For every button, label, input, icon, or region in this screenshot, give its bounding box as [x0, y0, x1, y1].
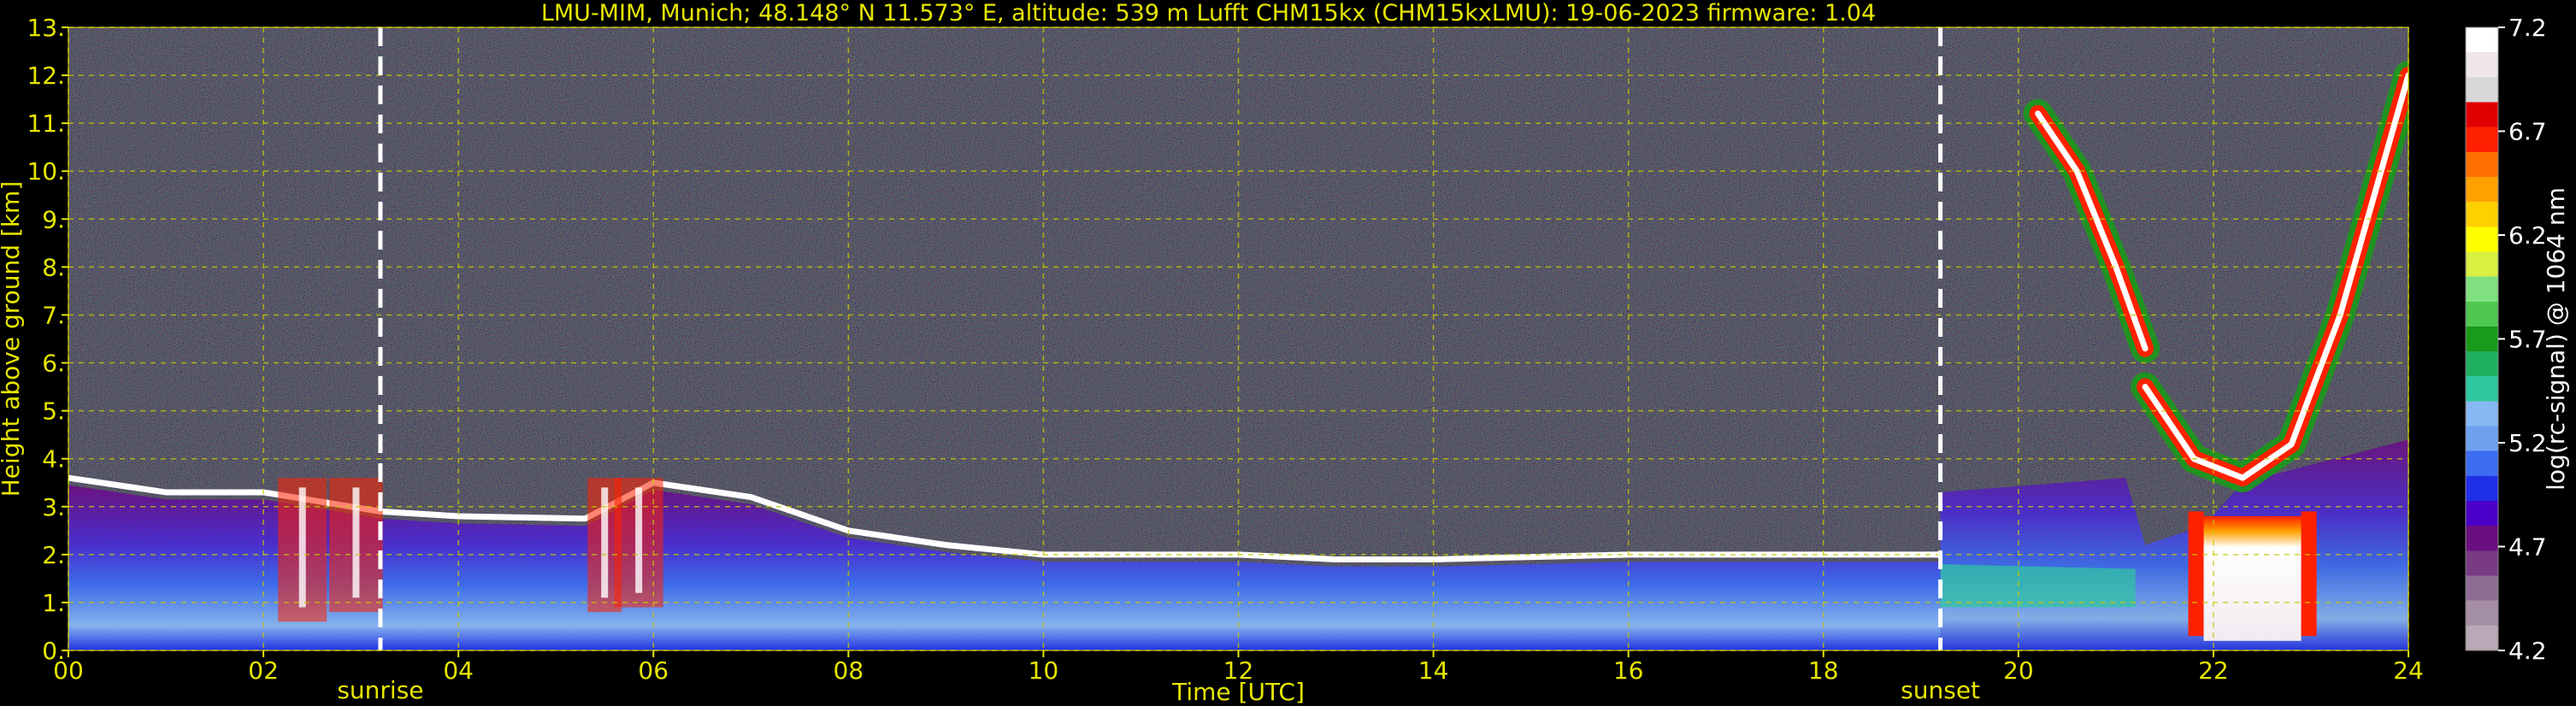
x-tick-label: 24	[2393, 656, 2424, 685]
x-tick-label: 08	[834, 656, 864, 685]
y-tick-label: 0.	[42, 637, 65, 665]
y-tick-label: 3.	[42, 493, 65, 521]
y-tick-label: 1.	[42, 589, 65, 617]
colorbar-scale	[2465, 26, 2499, 651]
x-tick-label: 18	[1808, 656, 1839, 685]
sunrise-label: sunrise	[337, 676, 423, 704]
x-tick-label: 16	[1613, 656, 1644, 685]
y-tick-label: 12.	[27, 62, 65, 90]
chart-title: LMU-MIM, Munich; 48.148° N 11.573° E, al…	[541, 0, 1876, 26]
x-tick-label: 10	[1029, 656, 1059, 685]
colorbar-tick-label: 5.2	[2508, 429, 2547, 457]
colorbar-tick-label: 6.7	[2508, 118, 2547, 146]
colorbar-ticks: 4.2 4.7 5.2 5.7 6.2 6.7 7.2	[2498, 14, 2547, 665]
residual-layer-band	[1940, 564, 2136, 608]
colorbar-label: log(rc-signal) @ 1064 nm	[2542, 187, 2570, 491]
y-tick-label: 8.	[42, 253, 65, 281]
ceilometer-chart: sunrise sunset 00 02 04 06 08 10 12 14 16 18 20 22 24…	[0, 0, 2570, 706]
colorbar-tick-label: 6.2	[2508, 221, 2547, 250]
x-tick-label: 04	[443, 656, 474, 685]
sunset-label: sunset	[1901, 676, 1980, 704]
x-tick-label: 02	[248, 656, 279, 685]
colorbar-tick-label: 4.2	[2508, 637, 2547, 665]
x-axis-label: Time [UTC]	[1171, 678, 1305, 706]
dense-cloud-base	[2203, 515, 2302, 641]
convective-plume-core	[601, 487, 609, 598]
colorbar-tick-label: 5.7	[2508, 326, 2547, 354]
colorbar-tick-label: 7.2	[2508, 14, 2547, 42]
y-tick-label: 9.	[42, 205, 65, 233]
y-tick-label: 4.	[42, 445, 65, 474]
y-axis-ticks: 0. 1. 2. 3. 4. 5. 6. 7. 8. 9. 10. 11. 12. 13.	[27, 14, 68, 665]
y-axis-label: Height above ground [km]	[0, 181, 25, 497]
colorbar-tick-label: 4.7	[2508, 533, 2547, 562]
dense-cloud-edge-left	[2188, 511, 2204, 637]
y-tick-label: 10.	[27, 157, 65, 185]
convective-plume-core	[635, 487, 643, 593]
x-tick-label: 22	[2198, 656, 2229, 685]
x-tick-label: 14	[1418, 656, 1449, 685]
y-tick-label: 2.	[42, 541, 65, 569]
colorbar: 4.2 4.7 5.2 5.7 6.2 6.7 7.2 log(rc-signal) @ 1…	[2465, 14, 2570, 665]
y-tick-label: 13.	[27, 14, 65, 42]
convective-plume-core	[352, 487, 360, 598]
convective-plume-core	[298, 487, 306, 608]
x-tick-label: 20	[2003, 656, 2034, 685]
dense-cloud-edge-right	[2301, 511, 2317, 637]
y-tick-label: 6.	[42, 350, 65, 378]
y-tick-label: 11.	[27, 109, 65, 138]
x-tick-label: 06	[638, 656, 669, 685]
y-tick-label: 5.	[42, 397, 65, 426]
y-tick-label: 7.	[42, 301, 65, 329]
